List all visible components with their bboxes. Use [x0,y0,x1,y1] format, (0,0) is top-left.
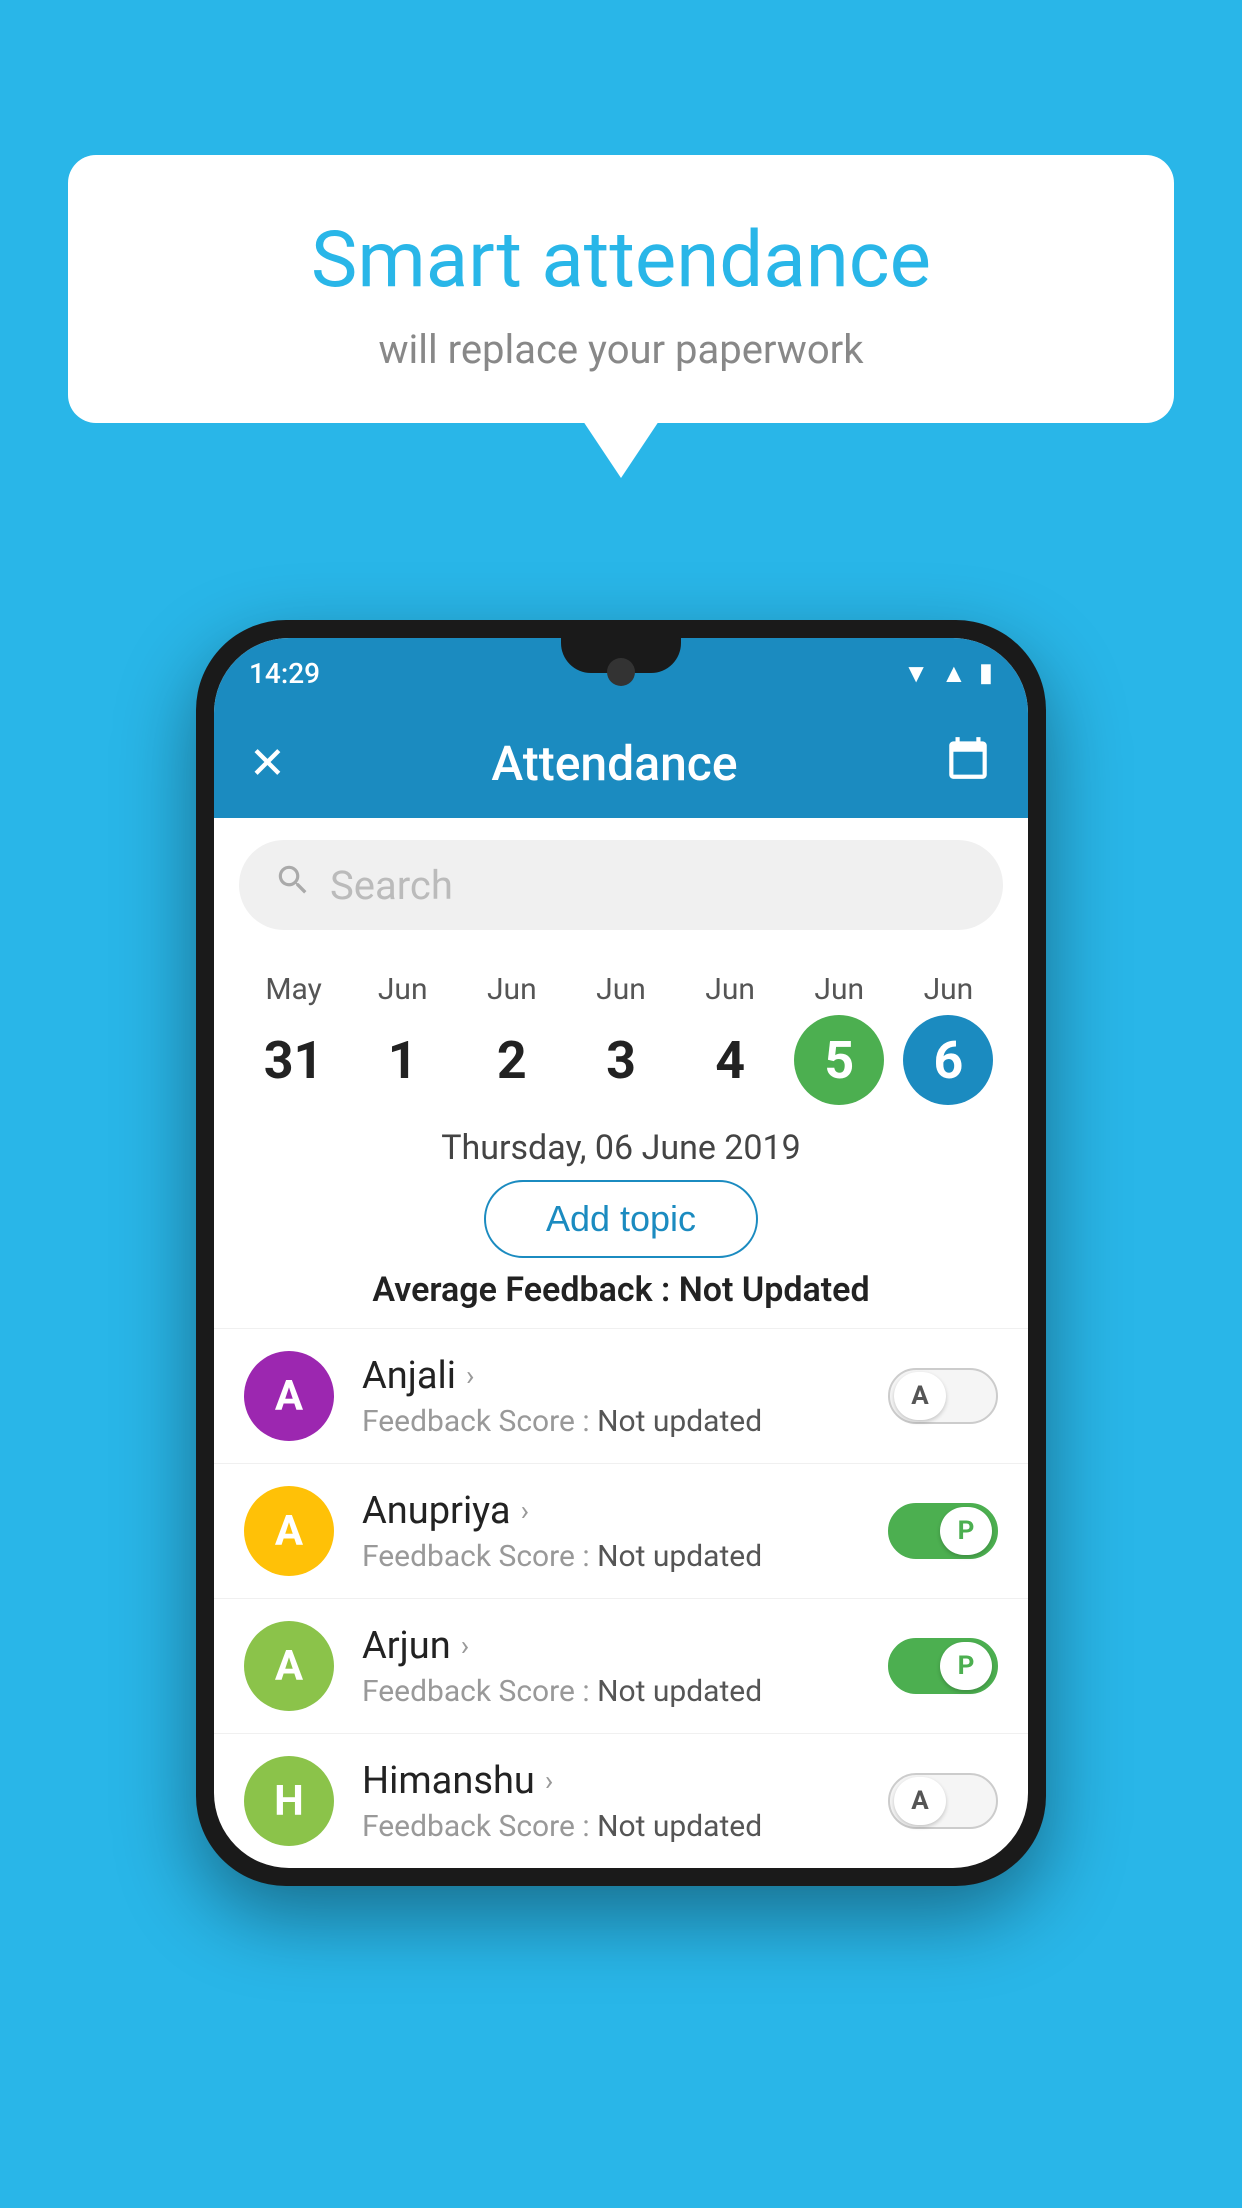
attendance-toggle[interactable]: A [888,1773,998,1829]
cal-date-number: 6 [903,1015,993,1105]
attendance-toggle[interactable]: P [888,1638,998,1694]
toggle-thumb: A [894,1777,946,1825]
cal-month-label: Jun [924,972,974,1007]
list-item[interactable]: AAnjali ›Feedback Score : Not updatedA [214,1328,1028,1463]
app-bar: ✕ Attendance [214,708,1028,818]
student-info: Anjali › Feedback Score : Not updated [362,1354,888,1439]
cal-date-number: 31 [249,1015,339,1105]
cal-date-number: 2 [467,1015,557,1105]
cal-month-label: Jun [487,972,537,1007]
phone-outer: 14:29 ▼ ▲ ▮ ✕ Attendance [196,620,1046,1886]
avg-feedback-label: Average Feedback : [372,1270,678,1310]
avatar: A [244,1351,334,1441]
calendar-day[interactable]: Jun 2 [467,972,557,1105]
list-item[interactable]: H Himanshu › Feedback Score : Not updatedA [214,1733,1028,1868]
chevron-right-icon: › [466,1359,474,1392]
toggle-track: P [888,1638,998,1694]
speech-bubble: Smart attendance will replace your paper… [68,155,1174,423]
student-score: Feedback Score : Not updated [362,1404,888,1439]
cal-month-label: Jun [596,972,646,1007]
search-icon [274,861,312,909]
cal-month-label: Jun [814,972,864,1007]
add-topic-button[interactable]: Add topic [484,1180,758,1258]
signal-icon: ▲ [941,658,967,689]
cal-date-number: 1 [358,1015,448,1105]
status-icons: ▼ ▲ ▮ [903,658,993,689]
phone-screen: 14:29 ▼ ▲ ▮ ✕ Attendance [214,638,1028,1868]
status-time: 14:29 [249,657,320,690]
calendar-button[interactable] [943,733,993,794]
student-score: Feedback Score : Not updated [362,1539,888,1574]
toggle-thumb: A [894,1372,946,1420]
chevron-right-icon: › [545,1764,553,1797]
toggle-thumb: P [940,1507,992,1555]
close-button[interactable]: ✕ [249,737,286,789]
student-score: Feedback Score : Not updated [362,1674,888,1709]
chevron-right-icon: › [461,1629,469,1662]
cal-month-label: Jun [378,972,428,1007]
calendar-day[interactable]: Jun 5 [794,972,884,1105]
selected-date-text: Thursday, 06 June 2019 [214,1128,1028,1168]
search-bar[interactable]: Search [239,840,1003,930]
bubble-title: Smart attendance [118,215,1124,306]
students-list: AAnjali ›Feedback Score : Not updatedAAA… [214,1328,1028,1868]
cal-date-number: 4 [685,1015,775,1105]
status-bar: 14:29 ▼ ▲ ▮ [214,638,1028,708]
avatar: A [244,1486,334,1576]
search-placeholder: Search [330,862,453,909]
student-name: Himanshu › [362,1759,888,1803]
avatar: H [244,1756,334,1846]
battery-icon: ▮ [979,658,993,688]
bubble-subtitle: will replace your paperwork [118,326,1124,373]
attendance-toggle[interactable]: P [888,1503,998,1559]
avg-feedback-value: Not Updated [679,1270,870,1310]
chevron-right-icon: › [521,1494,529,1527]
toggle-track: P [888,1503,998,1559]
student-info: Anupriya › Feedback Score : Not updated [362,1489,888,1574]
calendar-day[interactable]: Jun 6 [903,972,993,1105]
calendar-day[interactable]: Jun 1 [358,972,448,1105]
calendar-row: May 31 Jun 1 Jun 2 Jun 3 Jun 4 Jun 5 Jun 6 [214,952,1028,1110]
avatar: A [244,1621,334,1711]
student-score: Feedback Score : Not updated [362,1809,888,1844]
toggle-thumb: P [940,1642,992,1690]
cal-date-number: 5 [794,1015,884,1105]
calendar-day[interactable]: May 31 [249,972,339,1105]
camera-notch [607,658,635,686]
toggle-track: A [888,1368,998,1424]
calendar-day[interactable]: Jun 3 [576,972,666,1105]
list-item[interactable]: A Arjun › Feedback Score : Not updated P [214,1598,1028,1733]
toggle-track: A [888,1773,998,1829]
calendar-day[interactable]: Jun 4 [685,972,775,1105]
attendance-toggle[interactable]: A [888,1368,998,1424]
phone-wrapper: 14:29 ▼ ▲ ▮ ✕ Attendance [196,620,1046,1886]
student-name: Anjali › [362,1354,888,1398]
cal-date-number: 3 [576,1015,666,1105]
wifi-icon: ▼ [903,658,929,689]
average-feedback: Average Feedback : Not Updated [214,1270,1028,1310]
student-info: Arjun › Feedback Score : Not updated [362,1624,888,1709]
list-item[interactable]: A Anupriya › Feedback Score : Not updated P [214,1463,1028,1598]
student-name: Arjun › [362,1624,888,1668]
student-info: Himanshu › Feedback Score : Not updated [362,1759,888,1844]
app-bar-title: Attendance [491,735,737,792]
cal-month-label: Jun [705,972,755,1007]
cal-month-label: May [265,972,321,1007]
student-name: Anupriya › [362,1489,888,1533]
